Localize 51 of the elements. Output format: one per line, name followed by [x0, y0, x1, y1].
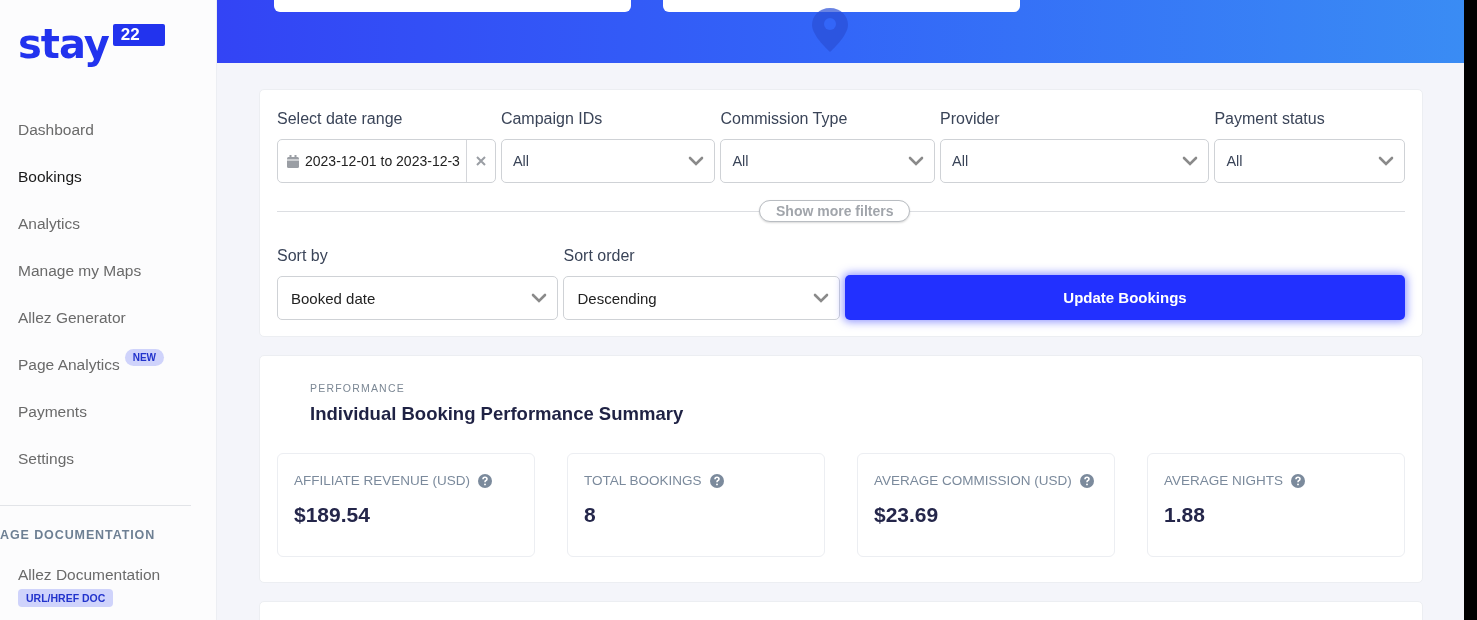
help-icon[interactable]: [1291, 473, 1306, 488]
section-title: Individual Booking Performance Summary: [310, 403, 685, 425]
stat-label: AVERAGE COMMISSION (USD): [874, 473, 1072, 488]
help-icon[interactable]: [1079, 473, 1094, 488]
sidebar-item[interactable]: Settings: [18, 449, 74, 469]
clear-icon[interactable]: [475, 156, 486, 166]
chevron-icon: [531, 293, 548, 303]
doc-badge: URL/HREF DOC: [18, 589, 114, 607]
dropdown[interactable]: All: [1214, 139, 1405, 183]
calendar-icon: [287, 154, 299, 168]
stat-label: TOTAL BOOKINGS: [584, 473, 702, 488]
field-label: Campaign IDs: [500, 109, 603, 129]
field-label: Sort by: [277, 246, 328, 266]
field-label: Sort order: [563, 246, 635, 266]
chevron-icon: [1378, 156, 1394, 166]
stat-value: $23.69: [874, 503, 940, 527]
stat-label: AVERAGE NIGHTS: [1164, 473, 1284, 488]
update-bookings-button[interactable]: Update Bookings: [845, 275, 1405, 320]
sidebar-item[interactable]: Page Analytics: [18, 355, 120, 375]
chevron-icon: [688, 156, 705, 166]
field-label: Provider: [940, 109, 1000, 129]
dropdown[interactable]: All: [720, 139, 935, 183]
field-label: Commission Type: [720, 109, 848, 129]
stat-value: 8: [584, 503, 597, 527]
sidebar-item[interactable]: Allez Documentation: [18, 565, 161, 585]
stat-value: 1.88: [1164, 503, 1206, 527]
help-icon[interactable]: [709, 473, 724, 488]
help-icon[interactable]: [478, 473, 493, 488]
field-label: Select date range: [277, 109, 403, 129]
date-range-field[interactable]: 2023-12-01 to 2023-12-3: [277, 139, 496, 183]
section-heading: AGE DOCUMENTATION: [0, 528, 157, 544]
stat-label: AFFILIATE REVENUE (USD): [294, 473, 471, 488]
field-label: Payment status: [1214, 109, 1325, 129]
map-pin-icon: [810, 8, 850, 52]
new-badge: NEW: [124, 349, 165, 366]
chevron-icon: [908, 156, 924, 166]
chevron-icon: [1182, 156, 1199, 166]
chevron-icon: [813, 293, 829, 303]
dropdown[interactable]: All: [500, 139, 716, 183]
section-eyebrow: PERFORMANCE: [310, 382, 406, 394]
logo-badge[interactable]: 22: [112, 24, 165, 46]
sidebar-item[interactable]: Allez Generator: [18, 308, 126, 328]
dropdown[interactable]: All: [940, 139, 1210, 183]
sidebar-item[interactable]: Manage my Maps: [18, 261, 142, 281]
sidebar-item[interactable]: Dashboard: [18, 120, 94, 140]
sidebar-item[interactable]: Bookings: [18, 167, 82, 187]
dropdown[interactable]: Booked date: [277, 276, 559, 320]
stat-value: $189.54: [294, 503, 371, 527]
sidebar-item[interactable]: Analytics: [18, 214, 81, 234]
sidebar-item[interactable]: Payments: [18, 402, 87, 422]
dropdown[interactable]: Descending: [563, 276, 840, 320]
